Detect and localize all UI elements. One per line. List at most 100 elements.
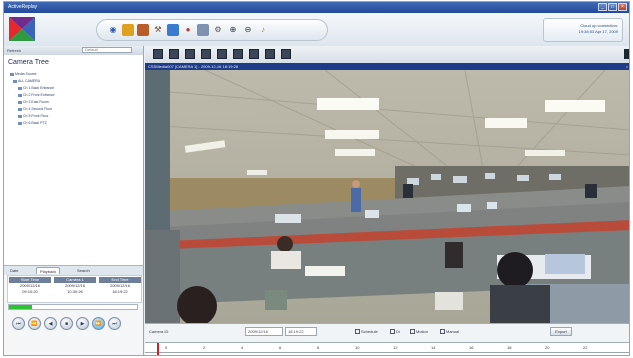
playback-progress[interactable] [8, 304, 138, 310]
timeline-axis [145, 352, 629, 353]
camera-video-feed[interactable] [145, 70, 629, 323]
snapshot-icon[interactable] [197, 24, 209, 36]
layout-1-button[interactable] [153, 49, 163, 59]
table-cell: 18:19:22 [112, 289, 128, 294]
checkbox-icon [390, 329, 395, 335]
tree-node[interactable]: Ch 3 East Room [18, 100, 49, 104]
layout-4-button[interactable] [169, 49, 179, 59]
timeline-tick: 2 [203, 345, 206, 350]
timeline-tick: 12 [393, 345, 398, 350]
timeline-tick: 0 [165, 345, 168, 350]
tab-search[interactable]: Search [74, 267, 93, 274]
tree-node[interactable]: ALL CAMERA [13, 79, 40, 83]
tree-node[interactable]: Ch 6 Back PTZ [18, 121, 47, 125]
timeline-tick: 22 [583, 345, 588, 350]
camera-tree: Camera Tree Media Source ALL CAMERA Ch 1… [4, 55, 143, 265]
rewind-button[interactable]: ⏪ [28, 317, 41, 330]
table-column: End Time 2009/12/16 18:19:22 [99, 277, 141, 295]
skip-back-button[interactable]: ⏮ [12, 317, 25, 330]
fast-forward-button[interactable]: ⏩ [92, 317, 105, 330]
camera-icon [18, 100, 22, 104]
camera-title-bar: CSSMedia007 [CAMERA 1] - 2009-12-16 18:1… [145, 63, 629, 70]
folder-icon [13, 79, 17, 83]
stop-button[interactable]: ■ [60, 317, 73, 330]
schedule-checkbox[interactable]: Schedule [355, 329, 378, 335]
layout-10-button[interactable] [233, 49, 243, 59]
manual-checkbox[interactable]: Manual [440, 329, 459, 335]
search-bar: Camera ID 2009/12/16 18:19:22 Schedule D… [145, 323, 629, 342]
table-cell: 10:30:26 [67, 289, 83, 294]
timeline-tick: 20 [545, 345, 550, 350]
folder-icon [10, 72, 14, 76]
tab-playback[interactable]: Playback [36, 267, 61, 274]
camera-title: CSSMedia007 [CAMERA 1] - 2009-12-16 18:1… [148, 64, 239, 69]
tree-node[interactable]: Ch 2 Front Entrance [18, 93, 55, 97]
layout-8-button[interactable] [201, 49, 211, 59]
layout-13-button[interactable] [249, 49, 259, 59]
date-field[interactable]: 2009/12/16 [245, 327, 283, 336]
timeline-tick: 18 [507, 345, 512, 350]
group-dropdown[interactable]: Default [82, 47, 132, 53]
layout-16-button[interactable] [265, 49, 275, 59]
table-column: Start Time 2009/12/16 09:10:20 [9, 277, 51, 295]
pin-icon[interactable] [624, 49, 629, 59]
camera-icon[interactable] [122, 24, 134, 36]
tab-date[interactable]: Date [7, 267, 21, 274]
close-button[interactable]: × [618, 3, 627, 11]
export-button[interactable]: Export [550, 327, 572, 336]
grid-icon[interactable] [137, 24, 149, 36]
timeline-tick: 16 [469, 345, 474, 350]
timeline-tick: 14 [431, 345, 436, 350]
zoom-in-icon[interactable]: ⊕ [227, 24, 239, 36]
maximize-button[interactable]: □ [608, 3, 617, 11]
reverse-play-button[interactable]: ◀ [44, 317, 57, 330]
datetime-readout: 19:38:53 Apr 17, 2009 [578, 29, 618, 34]
layout-25-button[interactable] [281, 49, 291, 59]
checkbox-icon [355, 329, 360, 335]
layout-toolbar [145, 46, 629, 64]
layout-9-button[interactable] [217, 49, 227, 59]
close-view-button[interactable]: × [626, 63, 628, 70]
window-title: ActiveReplay [8, 4, 38, 10]
screen-icon[interactable] [167, 24, 179, 36]
playback-controls: ⏮ ⏪ ◀ ■ ▶ ⏩ ⏭ [12, 317, 137, 335]
record-icon[interactable]: ● [182, 24, 194, 36]
camera-icon [18, 114, 22, 118]
timeline[interactable]: 0 2 4 6 8 10 12 14 16 18 20 22 [145, 342, 629, 355]
camera-icon [18, 107, 22, 111]
motion-checkbox[interactable]: Motion [410, 329, 428, 335]
playhead-marker[interactable] [157, 343, 159, 355]
main-toolbar: ◉ ⚒ ● ⚙ ⊕ ⊖ ♪ [96, 19, 328, 41]
skip-forward-button[interactable]: ⏭ [108, 317, 121, 330]
layout-6-button[interactable] [185, 49, 195, 59]
timeline-tick: 4 [241, 345, 244, 350]
tools-icon[interactable]: ⚒ [152, 24, 164, 36]
eye-icon[interactable]: ◉ [107, 24, 119, 36]
play-button[interactable]: ▶ [76, 317, 89, 330]
settings-icon[interactable]: ⚙ [212, 24, 224, 36]
left-panel: Refresh Default Camera Tree Media Source… [4, 46, 144, 355]
header-bar: ◉ ⚒ ● ⚙ ⊕ ⊖ ♪ Cloud up connection: 19:38… [4, 13, 629, 46]
timeline-tick: 10 [355, 345, 360, 350]
di-checkbox[interactable]: Di [390, 329, 400, 335]
minimize-button[interactable]: _ [598, 3, 607, 11]
zoom-out-icon[interactable]: ⊖ [242, 24, 254, 36]
camera-icon [18, 121, 22, 125]
office-scene-image [145, 70, 629, 323]
tree-node[interactable]: Ch 1 Back Entrance [18, 86, 54, 90]
tree-node[interactable]: Ch 5 Front Floor [18, 114, 48, 118]
tree-node[interactable]: Ch 4 Second Floor [18, 107, 52, 111]
tree-node[interactable]: Media Source [10, 72, 37, 76]
camera-icon [18, 93, 22, 97]
audio-icon[interactable]: ♪ [257, 24, 269, 36]
activereplay-logo [9, 17, 35, 41]
refresh-link[interactable]: Refresh [7, 48, 21, 53]
progress-fill [9, 305, 33, 309]
checkbox-icon [410, 329, 415, 335]
table-cell: 09:10:20 [22, 289, 38, 294]
window-controls: _ □ × [598, 3, 627, 11]
time-field[interactable]: 18:19:22 [285, 327, 317, 336]
camera-icon [18, 86, 22, 90]
playback-table: Start Time 2009/12/16 09:10:20 Camera 1 … [7, 275, 142, 303]
timeline-tick: 6 [279, 345, 282, 350]
